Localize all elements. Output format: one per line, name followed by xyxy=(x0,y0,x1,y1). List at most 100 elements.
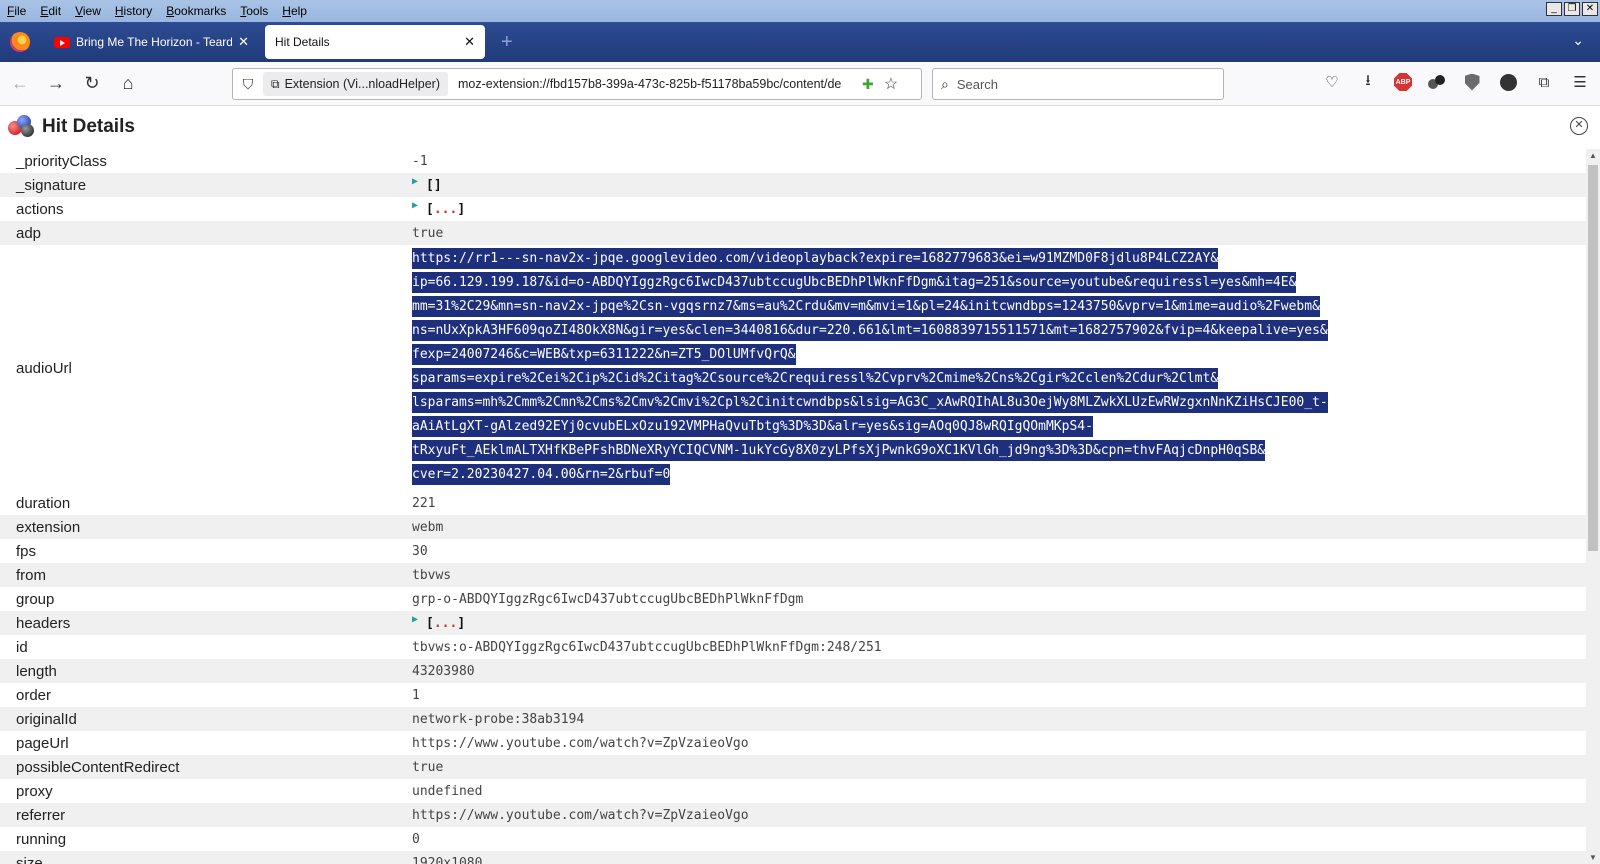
puzzle-icon: ⧉ xyxy=(271,76,280,91)
video-downloadhelper-icon[interactable] xyxy=(1428,75,1446,89)
row-key: from xyxy=(16,566,46,584)
row-key: id xyxy=(16,638,28,656)
row-key: _priorityClass xyxy=(16,152,107,170)
scrollbar-thumb[interactable] xyxy=(1588,165,1598,551)
row-value: 30 xyxy=(412,543,428,559)
menu-view[interactable]: View xyxy=(68,1,108,21)
new-tab-plus-icon[interactable]: + xyxy=(501,31,513,54)
row-value: 221 xyxy=(412,495,436,511)
page-title: Hit Details xyxy=(42,116,135,137)
row-key: referrer xyxy=(16,806,66,824)
row-key: proxy xyxy=(16,782,53,800)
pocket-icon[interactable]: ♡ xyxy=(1322,72,1342,92)
table-row: adp true xyxy=(0,221,1586,245)
close-circle-icon[interactable]: ✕ xyxy=(1570,117,1588,135)
table-row: originalId network-probe:38ab3194 xyxy=(0,707,1586,731)
menu-history[interactable]: History xyxy=(108,1,159,21)
close-window-button[interactable]: ✕ xyxy=(1582,2,1598,16)
row-key: size xyxy=(16,854,43,864)
table-row: headers ▶ [...] xyxy=(0,611,1586,635)
page-header: Hit Details ✕ xyxy=(0,107,1600,147)
tab-label: Hit Details xyxy=(275,35,330,49)
url-line: sparams=expire%2Cei%2Cip%2Cid%2Citag%2Cs… xyxy=(412,368,1219,389)
menu-tools[interactable]: Tools xyxy=(233,1,275,21)
expand-triangle-icon[interactable]: ▶ xyxy=(412,200,418,211)
row-key: _signature xyxy=(16,176,87,194)
vertical-scrollbar[interactable]: ▲ ▼ xyxy=(1586,149,1600,864)
url-line: mm=31%2C29&mn=sn-nav2x-jpqe%2Csn-vgqsrnz… xyxy=(412,296,1320,317)
row-key: extension xyxy=(16,518,81,536)
row-value: 0 xyxy=(412,831,420,847)
row-key: pageUrl xyxy=(16,734,69,752)
row-value: ▶ [...] xyxy=(412,197,1586,221)
scroll-down-arrow-icon[interactable]: ▼ xyxy=(1589,853,1597,862)
menu-help[interactable]: Help xyxy=(275,1,314,21)
tab-strip: Bring Me The Horizon - Teardrops ( ✕ Hit… xyxy=(0,22,1600,62)
row-value: tbvws xyxy=(412,567,452,583)
browser-window: File Edit View History Bookmarks Tools H… xyxy=(0,0,1600,864)
ublock-shield-icon[interactable] xyxy=(1462,72,1482,92)
row-value: 1920x1080 xyxy=(412,855,483,864)
url-line: tRxyuFt_AEklmALTXHfKBePFshBDNeXRyYCIQCVN… xyxy=(412,440,1266,461)
reload-icon[interactable]: ↻ xyxy=(76,68,108,100)
extension-identity-chip[interactable]: ⧉ Extension (Vi...nloadHelper) xyxy=(263,72,448,96)
url-bar[interactable]: ⛉ ⧉ Extension (Vi...nloadHelper) moz-ext… xyxy=(232,68,922,100)
table-row: proxy undefined xyxy=(0,779,1586,803)
home-icon[interactable]: ⌂ xyxy=(112,68,144,100)
table-row: actions ▶ [...] xyxy=(0,197,1586,221)
navigation-toolbar: ← → ↻ ⌂ ⛉ ⧉ Extension (Vi...nloadHelper)… xyxy=(0,62,1600,106)
shield-icon[interactable]: ⛉ xyxy=(237,76,259,93)
ellipsis: ... xyxy=(433,201,458,217)
url-line: lsparams=mh%2Cmm%2Cmn%2Cms%2Cmv%2Cmvi%2C… xyxy=(412,392,1328,413)
extensions-puzzle-icon[interactable]: ⧉ xyxy=(1534,72,1554,92)
download-icon[interactable]: ⭳ xyxy=(1358,72,1378,92)
downloadhelper-logo-icon xyxy=(8,115,36,139)
table-row: id tbvws:o-ABDQYIggzRgc6IwcD437ubtccugUbc… xyxy=(0,635,1586,659)
row-key: group xyxy=(16,590,55,608)
menu-file[interactable]: File xyxy=(0,1,33,21)
row-key: running xyxy=(16,830,67,848)
account-circle-icon[interactable] xyxy=(1498,72,1518,92)
close-tab-icon[interactable]: ✕ xyxy=(238,34,249,50)
adblock-plus-icon[interactable]: ABP xyxy=(1394,73,1412,91)
table-row: _signature ▶ [] xyxy=(0,173,1586,197)
table-row: fps 30 xyxy=(0,539,1586,563)
row-key: actions xyxy=(16,200,64,218)
row-key: order xyxy=(16,686,52,704)
search-bar[interactable]: ⌕ xyxy=(932,68,1224,100)
minimize-button[interactable]: _ xyxy=(1546,2,1562,16)
row-key: length xyxy=(16,662,57,680)
table-row: length 43203980 xyxy=(0,659,1586,683)
hamburger-menu-icon[interactable]: ☰ xyxy=(1570,72,1590,92)
firefox-logo-icon[interactable] xyxy=(10,32,30,52)
expand-triangle-icon[interactable]: ▶ xyxy=(412,614,418,625)
menu-bookmarks[interactable]: Bookmarks xyxy=(159,1,233,21)
table-row: _priorityClass -1 xyxy=(0,149,1586,173)
url-text[interactable]: moz-extension://fbd157b8-399a-473c-825b-… xyxy=(458,77,856,91)
table-row: possibleContentRedirect true xyxy=(0,755,1586,779)
tab-hit-details[interactable]: Hit Details ✕ xyxy=(265,25,485,59)
audio-url-value[interactable]: https://rr1---sn-nav2x-jpqe.googlevideo.… xyxy=(412,248,1586,488)
array-value[interactable]: [...] xyxy=(426,616,465,631)
tab-youtube[interactable]: Bring Me The Horizon - Teardrops ( ✕ xyxy=(44,25,259,59)
youtube-icon xyxy=(54,36,70,48)
row-value: https://www.youtube.com/watch?v=ZpVzaieo… xyxy=(412,735,749,751)
table-row-audio-url: audioUrl https://rr1---sn-nav2x-jpqe.goo… xyxy=(0,245,1586,491)
expand-triangle-icon[interactable]: ▶ xyxy=(412,176,418,187)
row-value: true xyxy=(412,225,444,241)
row-value: true xyxy=(412,759,444,775)
table-row: running 0 xyxy=(0,827,1586,851)
menu-edit[interactable]: Edit xyxy=(33,1,68,21)
close-tab-icon[interactable]: ✕ xyxy=(464,34,475,50)
url-line: fexp=24007246&c=WEB&txp=6311222&n=ZT5_DO… xyxy=(412,344,796,365)
search-input[interactable] xyxy=(956,76,1197,92)
array-value[interactable]: [] xyxy=(426,178,442,193)
restore-button[interactable]: ❐ xyxy=(1564,2,1580,16)
extension-puzzle-icon[interactable]: ✚ xyxy=(862,76,874,93)
bookmark-star-icon[interactable]: ☆ xyxy=(884,74,898,94)
array-value[interactable]: [...] xyxy=(426,202,465,217)
chevron-down-icon[interactable]: ⌄ xyxy=(1572,32,1584,49)
back-arrow-icon[interactable]: ← xyxy=(4,68,36,100)
scroll-up-arrow-icon[interactable]: ▲ xyxy=(1589,151,1597,160)
forward-arrow-icon[interactable]: → xyxy=(40,68,72,100)
